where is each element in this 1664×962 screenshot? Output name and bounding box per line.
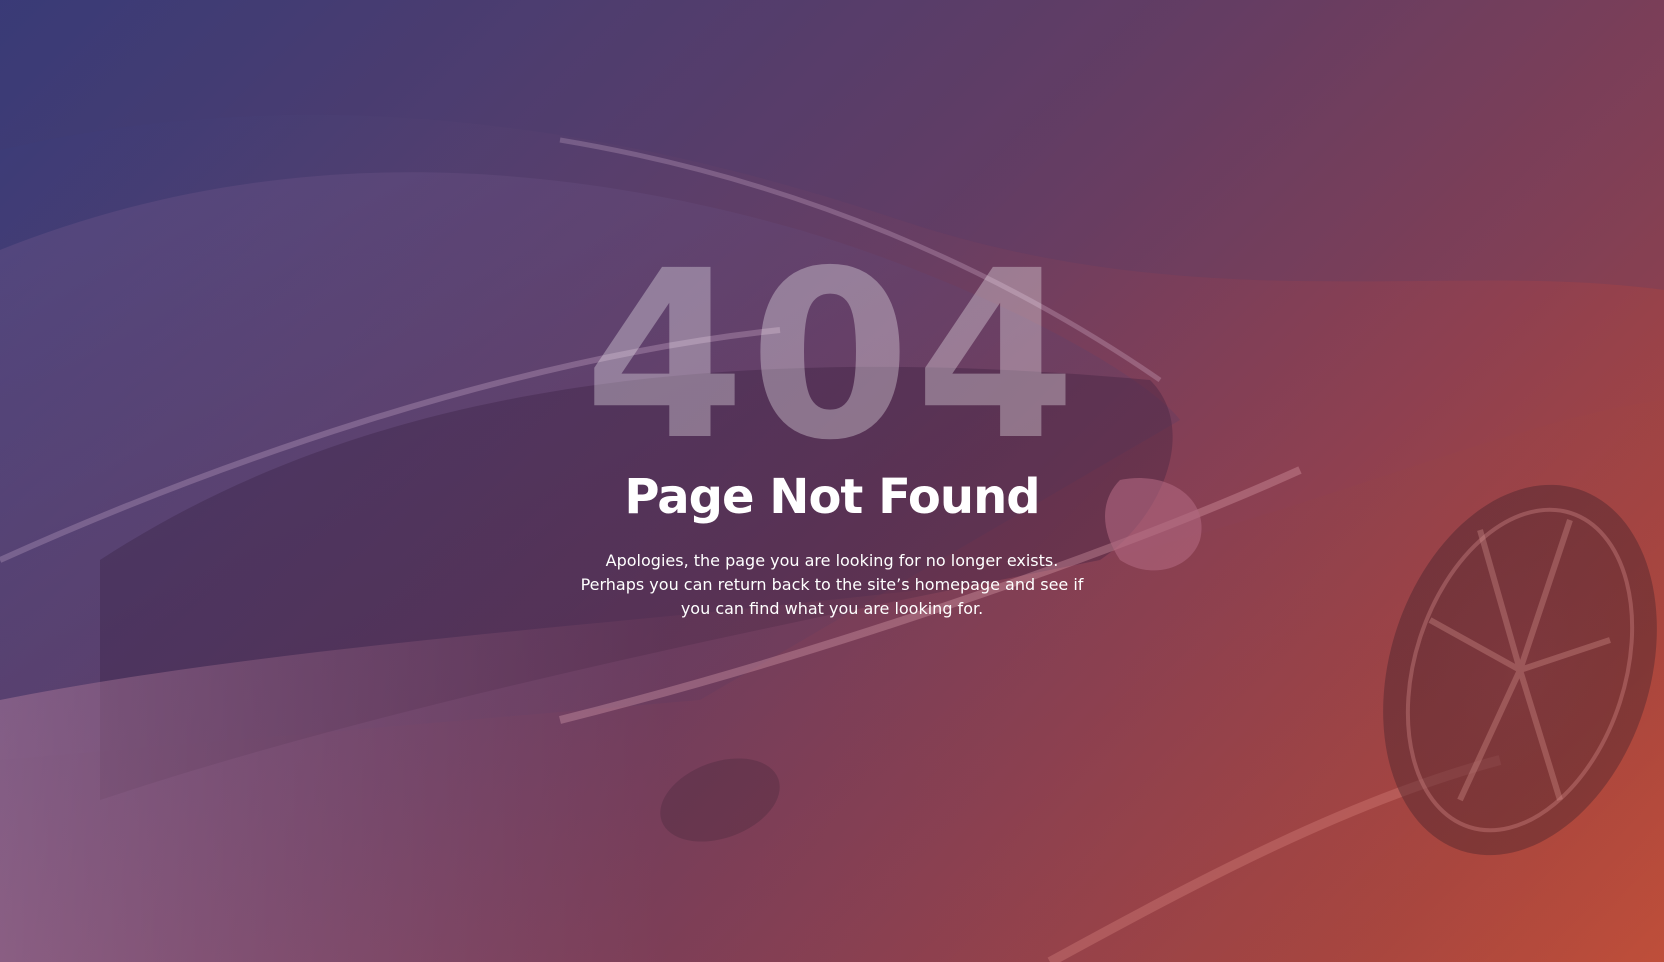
error-code: 404	[583, 221, 1081, 491]
page-title: Page Not Found	[624, 469, 1040, 525]
error-content: 404 Page Not Found Apologies, the page y…	[0, 240, 1664, 621]
error-message: Apologies, the page you are looking for …	[580, 551, 1084, 618]
error-page: 404 Page Not Found Apologies, the page y…	[0, 0, 1664, 962]
